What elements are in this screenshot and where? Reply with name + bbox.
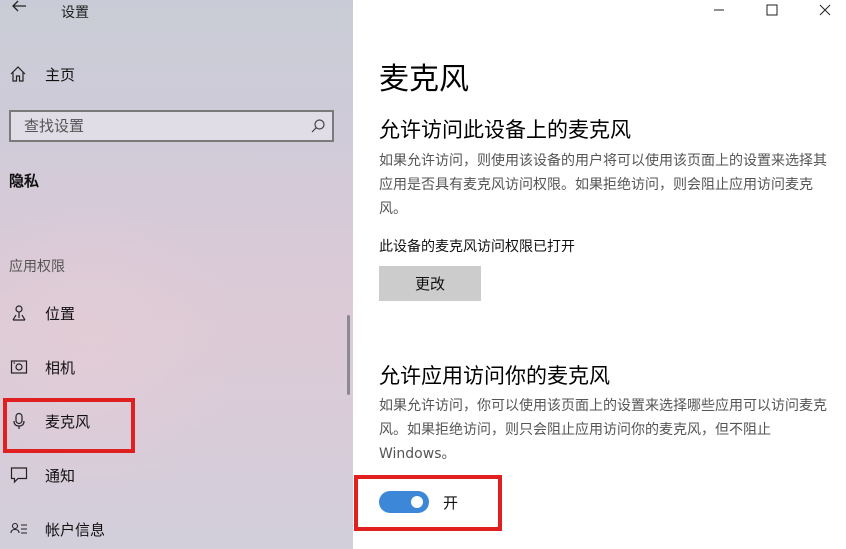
microphone-icon [9, 411, 29, 431]
maximize-icon [766, 4, 778, 16]
account-info-icon [9, 519, 29, 539]
sidebar-scrollbar[interactable] [347, 315, 350, 395]
title-bar: 设置 [0, 0, 353, 24]
main-panel: 麦克风 允许访问此设备上的麦克风 如果允许访问，则使用该设备的用户将可以使用该页… [353, 0, 846, 549]
sidebar-item-camera[interactable]: 相机 [0, 348, 353, 386]
change-button[interactable]: 更改 [379, 266, 481, 301]
sidebar-item-account-info[interactable]: 帐户信息 [0, 510, 353, 548]
toggle-state-label: 开 [443, 494, 459, 512]
sidebar: 设置 主页 隐私 应用权限 位置 相机 麦克风 通知 [0, 0, 353, 549]
sidebar-item-home[interactable]: 主页 [0, 58, 353, 90]
group-label: 应用权限 [9, 259, 65, 275]
sidebar-item-label: 通知 [45, 466, 76, 485]
home-icon [9, 65, 27, 83]
sidebar-item-label: 相机 [45, 358, 76, 377]
sidebar-item-label: 主页 [45, 65, 76, 84]
camera-icon [9, 357, 29, 377]
close-icon [819, 4, 831, 16]
page-title: 麦克风 [379, 62, 469, 97]
device-access-heading: 允许访问此设备上的麦克风 [379, 118, 631, 142]
sidebar-item-microphone[interactable]: 麦克风 [0, 402, 353, 440]
search-input[interactable] [11, 117, 304, 135]
maximize-button[interactable] [752, 0, 792, 20]
sidebar-item-notifications[interactable]: 通知 [0, 456, 353, 494]
app-access-description: 如果允许访问，你可以使用该页面上的设置来选择哪些应用可以访问麦克风。如果拒绝访问… [379, 398, 827, 462]
section-title: 隐私 [9, 172, 40, 190]
search-box [9, 110, 334, 142]
device-access-status: 此设备的麦克风访问权限已打开 [379, 239, 575, 255]
app-title: 设置 [61, 5, 89, 21]
minimize-button[interactable] [699, 0, 739, 20]
close-button[interactable] [805, 0, 845, 20]
app-access-toggle[interactable] [379, 491, 429, 513]
toggle-knob [411, 496, 423, 508]
minimize-icon [714, 9, 724, 11]
sidebar-item-location[interactable]: 位置 [0, 294, 353, 332]
sidebar-item-label: 位置 [45, 304, 76, 323]
location-icon [9, 303, 29, 323]
back-arrow-icon[interactable] [9, 0, 29, 16]
notification-icon [9, 465, 29, 485]
sidebar-item-label: 麦克风 [45, 412, 91, 431]
sidebar-item-label: 帐户信息 [45, 520, 106, 539]
search-icon[interactable] [304, 112, 332, 140]
device-access-description: 如果允许访问，则使用该设备的用户将可以使用该页面上的设置来选择其应用是否具有麦克… [379, 153, 827, 217]
app-access-heading: 允许应用访问你的麦克风 [379, 364, 610, 388]
